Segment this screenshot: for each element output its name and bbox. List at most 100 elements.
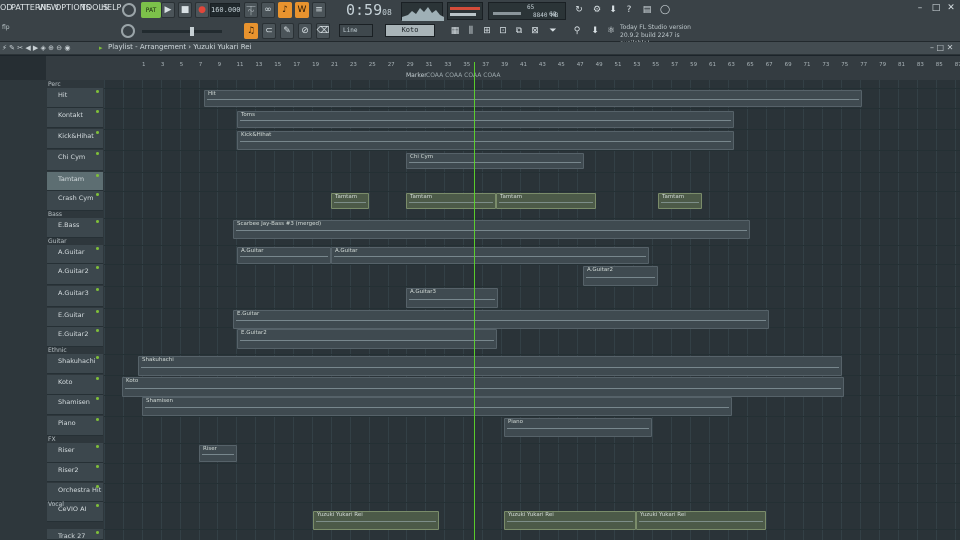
browser-icon[interactable]: ⧉ xyxy=(512,23,526,39)
track-mute-led[interactable] xyxy=(96,329,99,332)
search-field[interactable]: flp xyxy=(2,24,18,32)
cpu-icon[interactable]: ▤ xyxy=(640,2,654,18)
pattern-song-toggle-icon[interactable]: PAT xyxy=(141,2,161,18)
track-mute-led[interactable] xyxy=(96,485,99,488)
track-mute-led[interactable] xyxy=(96,90,99,93)
snap-select[interactable]: Line xyxy=(339,24,373,37)
tempo-tapper-icon[interactable]: ⚲ xyxy=(570,23,584,39)
maximize-icon[interactable]: □ xyxy=(930,2,942,14)
channel-rack-icon[interactable]: ⊞ xyxy=(480,23,494,39)
paint-icon[interactable]: ⊘ xyxy=(298,23,312,39)
chat-icon[interactable]: ◯ xyxy=(658,2,672,18)
playlist-clip[interactable]: Toms xyxy=(237,111,734,128)
channel-select[interactable]: Koto xyxy=(385,24,435,37)
render-icon[interactable]: ⚛ xyxy=(604,23,618,39)
track-mute-led[interactable] xyxy=(96,152,99,155)
playlist-arrow-icon[interactable]: ▸ xyxy=(99,44,103,52)
track-mute-led[interactable] xyxy=(96,131,99,134)
magnet-icon[interactable]: ⊂ xyxy=(262,23,276,39)
playlist-clip[interactable]: E.Guitar xyxy=(233,310,769,329)
track-mute-led[interactable] xyxy=(96,531,99,534)
stop-icon[interactable]: ■ xyxy=(178,2,192,18)
slider-handle[interactable] xyxy=(190,27,194,36)
countdown-icon[interactable]: ≡ xyxy=(312,2,326,18)
playlist-clip[interactable]: Riser xyxy=(199,445,237,462)
plugin-icon[interactable]: ⊠ xyxy=(528,23,542,39)
save-icon[interactable]: ⬇ xyxy=(606,2,620,18)
export-icon[interactable]: ⬇ xyxy=(588,23,602,39)
tool-icons[interactable]: ⚡ ✎ ✂ ◀ ▶ ◈ ⊕ ⊖ ◉ xyxy=(2,44,70,52)
track-mute-led[interactable] xyxy=(96,288,99,291)
plugin-database-icon[interactable]: ⏷ xyxy=(546,23,560,39)
playlist-clip[interactable]: Hit xyxy=(204,90,862,107)
ruler-bar-number: 53 xyxy=(633,62,641,68)
undo-icon[interactable]: ↻ xyxy=(572,2,586,18)
play-icon[interactable]: ▶ xyxy=(161,2,175,18)
piano-roll-icon[interactable]: ♫ xyxy=(244,23,258,39)
track-mute-led[interactable] xyxy=(96,310,99,313)
track-mute-led[interactable] xyxy=(96,266,99,269)
tempo-display[interactable]: 160.000 xyxy=(210,3,241,17)
pencil-icon[interactable]: ✎ xyxy=(280,23,294,39)
ruler-bar-number: 7 xyxy=(198,62,203,68)
playlist-clip[interactable]: Tamtam xyxy=(406,193,496,209)
playlist-clip[interactable]: A.Guitar xyxy=(237,247,331,264)
playlist-clip[interactable]: Kick&Hihat xyxy=(237,131,734,150)
clip-waveform xyxy=(409,161,581,163)
playlist-clip[interactable]: Tamtam xyxy=(658,193,702,209)
track-mute-led[interactable] xyxy=(96,445,99,448)
close-icon[interactable]: ✕ xyxy=(945,2,957,14)
track-group-label: Vocal xyxy=(48,501,64,508)
clip-waveform xyxy=(236,320,766,322)
master-volume-slider[interactable] xyxy=(142,27,222,36)
playlist-clip[interactable]: Tamtam xyxy=(331,193,369,209)
help-icon[interactable]: ? xyxy=(622,2,636,18)
playlist-clip[interactable]: Piano xyxy=(504,418,652,437)
mixer-view-icon[interactable]: ⫼ xyxy=(464,23,478,39)
track-name: A.Guitar2 xyxy=(58,267,89,275)
track-mute-led[interactable] xyxy=(96,377,99,380)
track-mute-led[interactable] xyxy=(96,247,99,250)
grid-line xyxy=(198,80,200,540)
minimize-icon[interactable]: – xyxy=(914,2,926,14)
master-volume-knob[interactable] xyxy=(122,3,136,17)
playlist-icon[interactable]: ▦ xyxy=(448,23,462,39)
track-mute-led[interactable] xyxy=(96,418,99,421)
playlist-clip[interactable]: Yuzuki Yukari Rei xyxy=(504,511,636,530)
mixer-icon[interactable]: ⚙ xyxy=(590,2,604,18)
time-display[interactable]: 0:5908 xyxy=(344,2,394,20)
record-icon[interactable]: ● xyxy=(195,2,209,18)
playlist-clip[interactable]: A.Guitar xyxy=(331,247,649,264)
track-mute-led[interactable] xyxy=(96,465,99,468)
playlist-clip[interactable]: Chi Cym xyxy=(406,153,584,169)
step-edit-icon[interactable]: W xyxy=(295,2,309,18)
piano-roll-view-icon[interactable]: ⊡ xyxy=(496,23,510,39)
playlist-clip[interactable]: Shakuhachi xyxy=(138,356,842,376)
blend-notes-icon[interactable]: ♪ xyxy=(278,2,292,18)
track-mute-led[interactable] xyxy=(96,193,99,196)
news-panel[interactable]: Today FL Studio version 20.9.2 build 224… xyxy=(620,24,710,47)
playlist-clip[interactable]: Yuzuki Yukari Rei xyxy=(636,511,766,530)
loop-record-icon[interactable]: ∞ xyxy=(261,2,275,18)
playlist-clip[interactable]: Koto xyxy=(122,377,844,397)
playlist-clip[interactable]: Scarbee Jay-Bass #3 (merged) xyxy=(233,220,750,239)
playlist-clip[interactable]: Shamisen xyxy=(142,397,732,416)
delete-icon[interactable]: ⌫ xyxy=(316,23,330,39)
playlist-window-controls[interactable]: – □ ✕ xyxy=(930,43,953,52)
playlist-clip[interactable]: Tamtam xyxy=(496,193,596,209)
track-mute-led[interactable] xyxy=(96,356,99,359)
playlist-clip[interactable]: E.Guitar2 xyxy=(237,329,497,349)
clip-label: Tamtam xyxy=(335,194,358,200)
track-mute-led[interactable] xyxy=(96,174,99,177)
playlist-clip[interactable]: Yuzuki Yukari Rei xyxy=(313,511,439,530)
menu-help[interactable]: HELP xyxy=(101,3,121,17)
playlist-clip[interactable]: A.Guitar3 xyxy=(406,288,498,308)
master-pitch-knob[interactable] xyxy=(121,24,135,38)
grid-line xyxy=(916,80,918,540)
track-mute-led[interactable] xyxy=(96,220,99,223)
track-mute-led[interactable] xyxy=(96,397,99,400)
track-mute-led[interactable] xyxy=(96,110,99,113)
metronome-icon[interactable]: ⏇ xyxy=(244,2,258,18)
playhead[interactable] xyxy=(474,62,475,540)
playlist-clip[interactable]: A.Guitar2 xyxy=(583,266,658,286)
